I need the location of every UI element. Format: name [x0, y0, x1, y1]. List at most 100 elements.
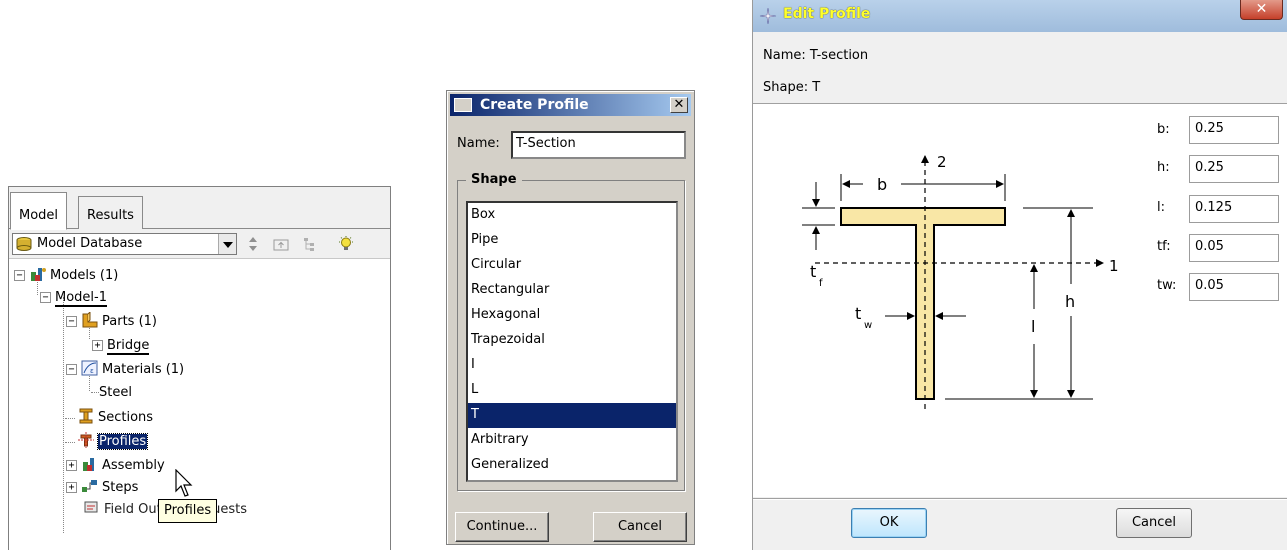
- tree-node-steel[interactable]: Steel: [99, 382, 132, 404]
- param-tw-label: tw:: [1157, 278, 1177, 293]
- close-icon[interactable]: ✕: [1240, 0, 1283, 20]
- dialog-title: Create Profile: [480, 97, 589, 113]
- sections-icon: [79, 408, 93, 424]
- svg-text:ε: ε: [90, 367, 94, 375]
- tree-connector: [63, 297, 64, 533]
- tw-subscript: w: [864, 320, 872, 331]
- divider: [753, 498, 1287, 500]
- tree-node-models[interactable]: − Models (1): [14, 265, 118, 287]
- param-l-label: l:: [1157, 200, 1165, 215]
- tree-label: Steps: [102, 480, 139, 495]
- param-tw-input[interactable]: 0.05: [1189, 273, 1279, 301]
- collapse-icon[interactable]: −: [40, 292, 51, 303]
- b-label: b: [877, 175, 887, 194]
- tree-label: Parts (1): [102, 314, 157, 329]
- screenshot-stage: Model Results Model Database − Models (1…: [0, 0, 1287, 550]
- window-icon: [759, 7, 777, 25]
- tree-node-model-1[interactable]: − Model-1: [40, 287, 107, 309]
- shape-legend: Shape: [466, 172, 522, 187]
- cancel-button[interactable]: Cancel: [593, 512, 687, 542]
- collapse-icon[interactable]: −: [66, 364, 77, 375]
- model-tree-panel: Model Results Model Database − Models (1…: [8, 186, 391, 550]
- axis-1-label: 1: [1109, 257, 1119, 275]
- tree-label: Models (1): [50, 268, 119, 283]
- folder-up-icon[interactable]: [273, 236, 289, 252]
- param-tf-label: tf:: [1157, 239, 1171, 254]
- tree-tabbar: Model Results: [9, 187, 390, 230]
- tree-node-sections[interactable]: Sections: [77, 407, 153, 429]
- create-profile-dialog: Create Profile ✕ Name: T-Section Shape B…: [446, 90, 695, 545]
- expand-icon[interactable]: +: [66, 482, 77, 493]
- lightbulb-icon[interactable]: [338, 236, 354, 252]
- shape-list-item[interactable]: Box: [468, 203, 676, 228]
- database-icon: [16, 237, 32, 251]
- t-section-diagram: 2 1 b t f t w h l: [802, 153, 1119, 409]
- tree-connector: [91, 392, 99, 393]
- cancel-button[interactable]: Cancel: [1116, 508, 1192, 538]
- database-toolbar: Model Database: [9, 229, 390, 259]
- tf-label: t: [810, 262, 816, 281]
- tree-label: Profiles: [96, 433, 149, 450]
- profile-shape-text: Shape: T: [763, 80, 821, 95]
- shape-list-item[interactable]: I: [468, 353, 676, 378]
- tree-label: Materials (1): [102, 362, 185, 377]
- models-icon: [31, 268, 46, 281]
- shape-list[interactable]: Box Pipe Circular Rectangular Hexagonal Trape…: [466, 201, 678, 482]
- param-l-input[interactable]: 0.125: [1189, 195, 1279, 223]
- dialog-title: Edit Profile: [783, 6, 871, 22]
- shape-list-item[interactable]: Rectangular: [468, 278, 676, 303]
- tab-model[interactable]: Model: [10, 192, 68, 230]
- database-select[interactable]: Model Database: [12, 233, 237, 255]
- shape-list-item[interactable]: Hexagonal: [468, 303, 676, 328]
- tab-results[interactable]: Results: [78, 196, 143, 230]
- tree-label: Assembly: [102, 458, 165, 473]
- dialog-titlebar: Edit Profile ✕: [753, 0, 1287, 32]
- tree-node-steps[interactable]: + Steps: [66, 477, 138, 499]
- axis-2-label: 2: [937, 153, 947, 171]
- parts-icon: [82, 312, 98, 328]
- shape-list-item[interactable]: L: [468, 378, 676, 403]
- tree-connector: [65, 442, 75, 443]
- tree-node-parts[interactable]: − Parts (1): [66, 311, 157, 333]
- shape-list-item[interactable]: Pipe: [468, 228, 676, 253]
- tree-label: Sections: [98, 410, 154, 425]
- steps-icon: [82, 480, 97, 492]
- tree-connector: [65, 418, 75, 419]
- chevron-down-icon[interactable]: [218, 234, 236, 254]
- assembly-icon: [83, 458, 94, 471]
- collapse-icon[interactable]: −: [14, 270, 25, 281]
- tw-label: t: [855, 304, 861, 323]
- close-icon[interactable]: ✕: [670, 97, 688, 113]
- materials-icon: ε: [81, 360, 98, 376]
- param-tf-input[interactable]: 0.05: [1189, 234, 1279, 262]
- shape-list-item[interactable]: T: [468, 403, 676, 428]
- edit-profile-dialog: Edit Profile ✕ Name: T-section Shape: T …: [752, 0, 1287, 550]
- expand-icon[interactable]: +: [66, 460, 77, 471]
- tree-node-materials[interactable]: − ε Materials (1): [66, 359, 184, 381]
- tree-label: Steel: [99, 385, 132, 400]
- tree-expand-icon[interactable]: [303, 236, 319, 252]
- continue-button[interactable]: Continue...: [455, 512, 549, 542]
- shape-list-item[interactable]: Generalized: [468, 453, 676, 478]
- param-h-input[interactable]: 0.25: [1189, 155, 1279, 183]
- sort-arrows-icon[interactable]: [245, 236, 261, 252]
- mouse-cursor-icon: [175, 469, 193, 497]
- h-label: h: [1065, 292, 1075, 311]
- tooltip: Profiles: [158, 499, 218, 523]
- param-b-input[interactable]: 0.25: [1189, 116, 1279, 144]
- ok-button[interactable]: OK: [851, 508, 927, 538]
- shape-list-item[interactable]: Circular: [468, 253, 676, 278]
- field-output-icon: [84, 501, 98, 513]
- name-field[interactable]: T-Section: [511, 131, 686, 159]
- tree-node-bridge[interactable]: + Bridge: [92, 335, 150, 357]
- collapse-icon[interactable]: −: [66, 316, 77, 327]
- param-b-label: b:: [1157, 122, 1170, 137]
- expand-icon[interactable]: +: [92, 340, 103, 351]
- shape-list-item[interactable]: Trapezoidal: [468, 328, 676, 353]
- tree-node-assembly[interactable]: + Assembly: [66, 455, 165, 477]
- tf-subscript: f: [819, 278, 823, 289]
- tree-node-profiles[interactable]: Profiles: [77, 431, 149, 453]
- tree-label: Model-1: [55, 290, 107, 307]
- profiles-icon: [78, 432, 94, 448]
- shape-list-item[interactable]: Arbitrary: [468, 428, 676, 453]
